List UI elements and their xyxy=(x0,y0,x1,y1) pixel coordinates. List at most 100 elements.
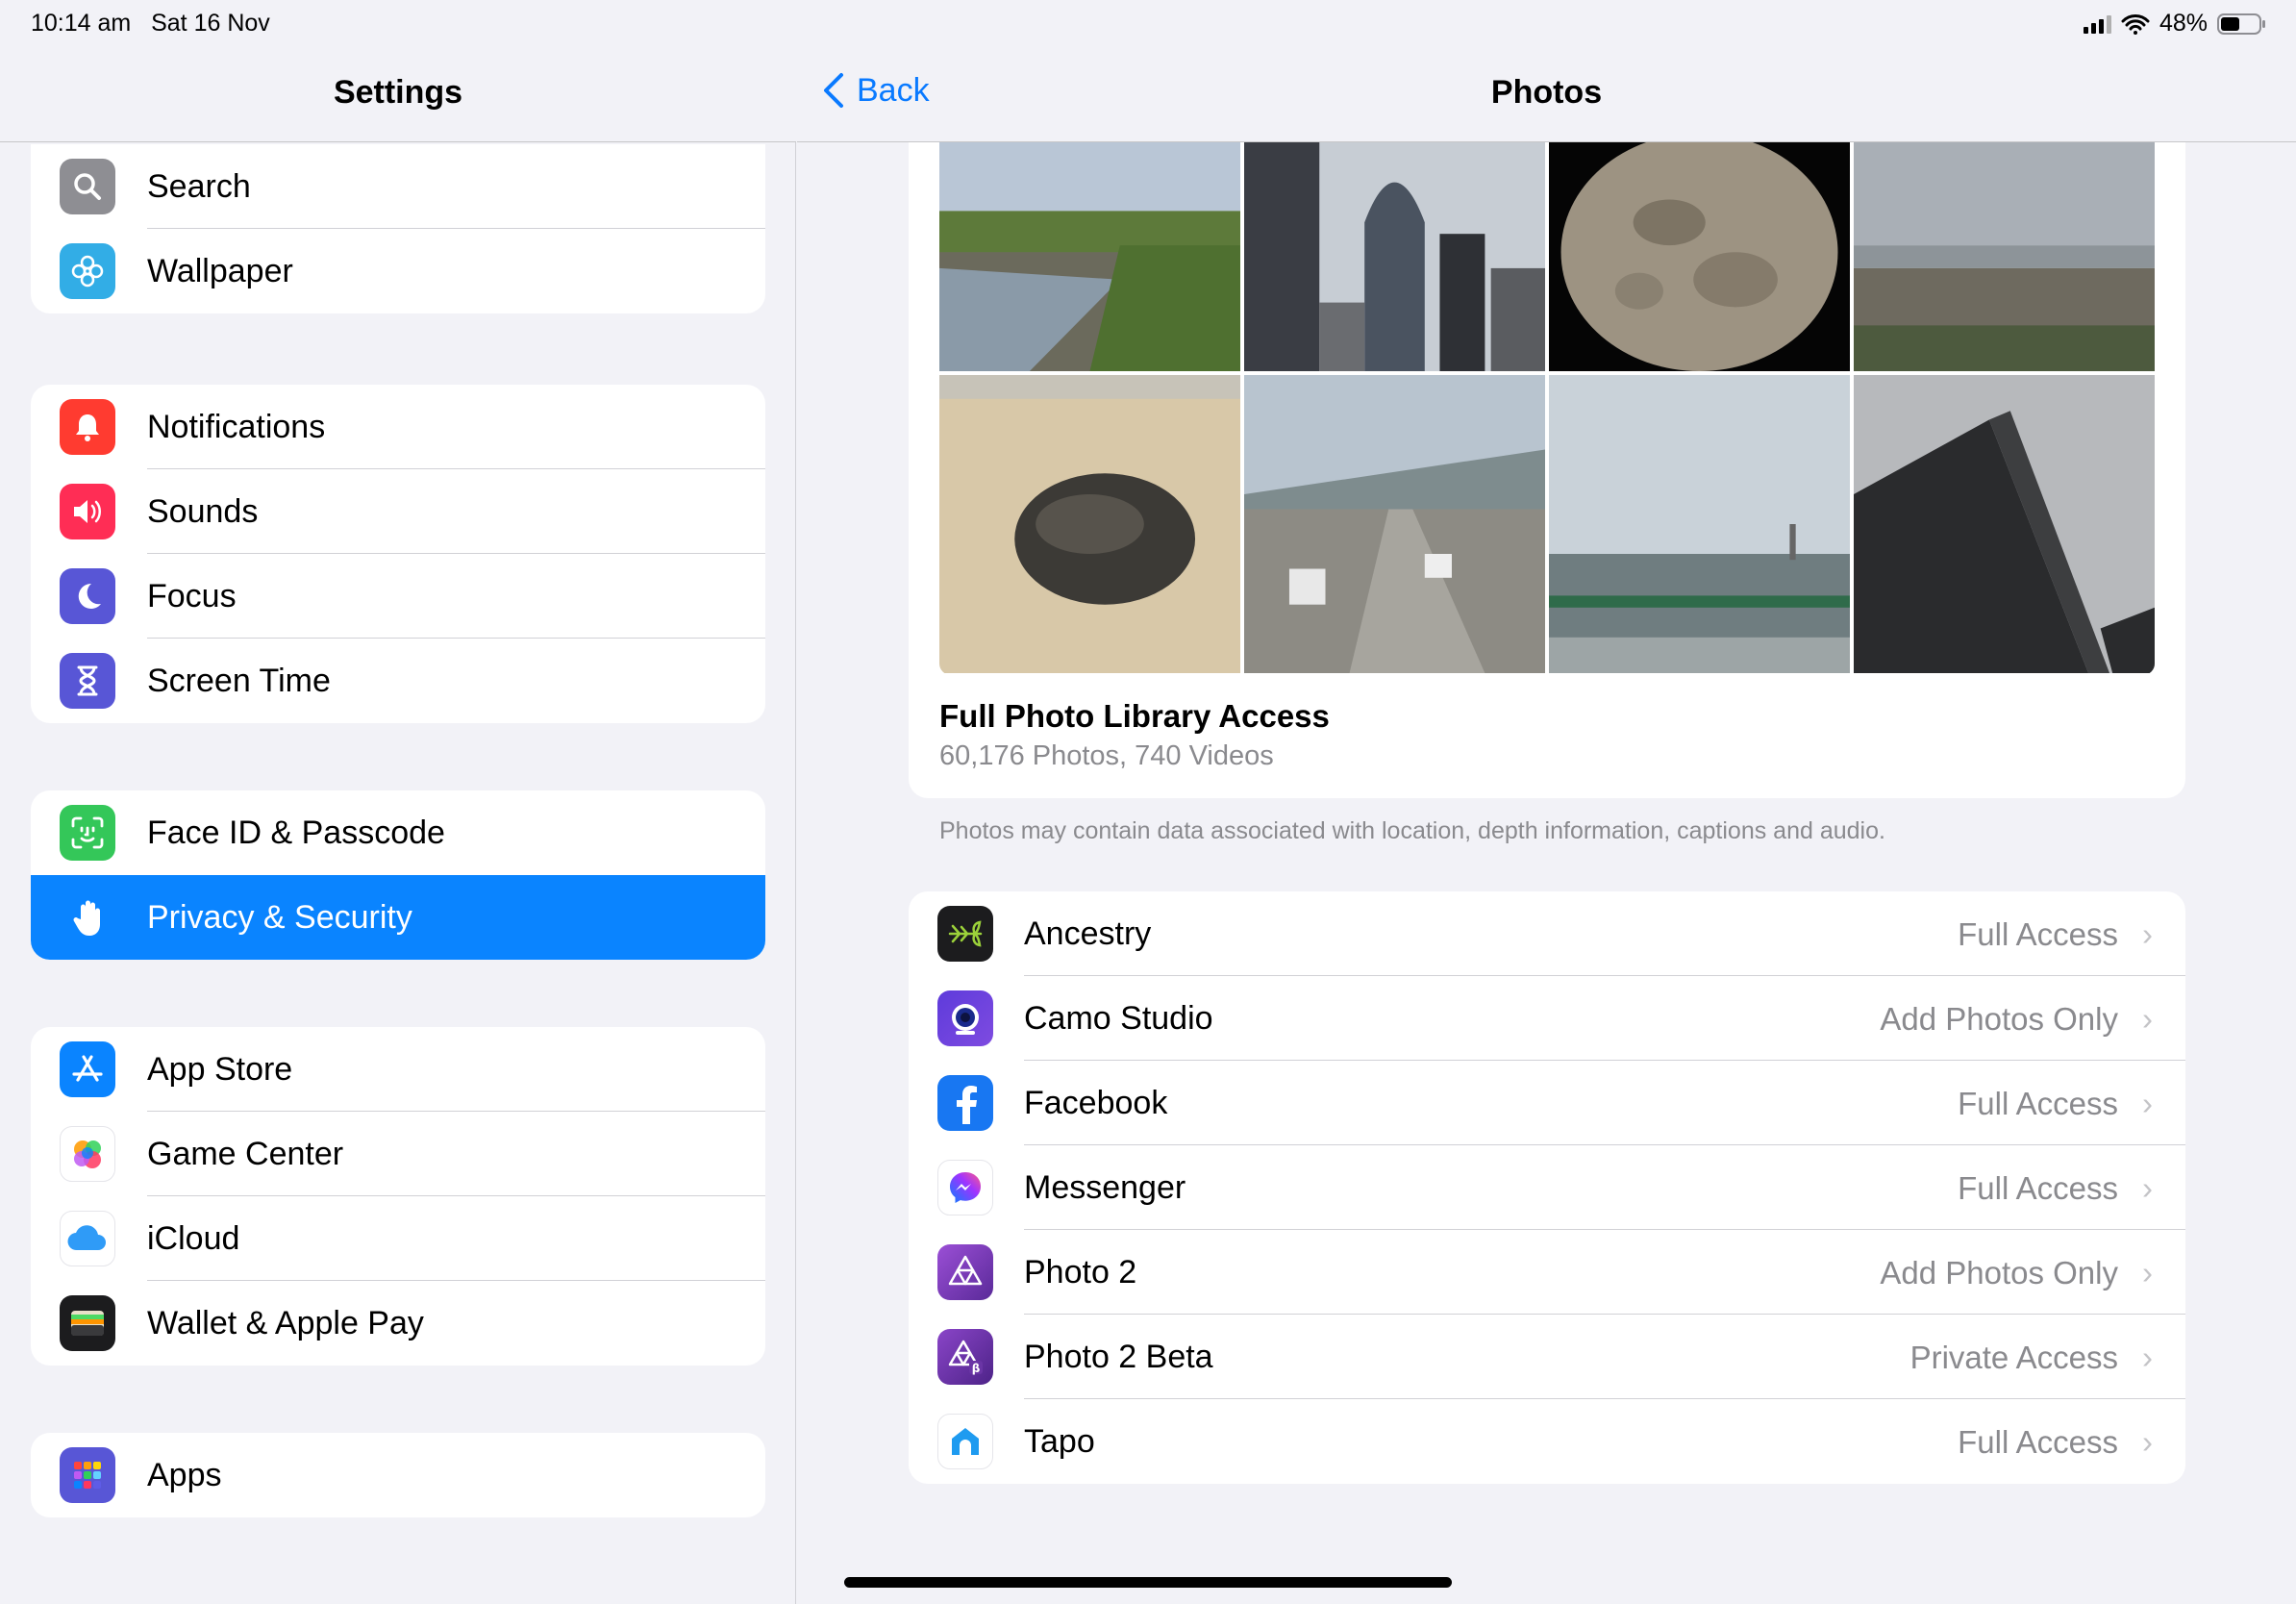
app-name: Camo Studio xyxy=(1024,1000,1213,1037)
bell-icon xyxy=(60,399,115,455)
sidebar-item-label: Notifications xyxy=(147,408,326,445)
appstore-icon xyxy=(60,1041,115,1097)
photo-thumbnail-grid xyxy=(939,142,2155,675)
search-icon xyxy=(60,159,115,214)
app-name: Photo 2 Beta xyxy=(1024,1339,1213,1375)
sidebar-item-screen-time[interactable]: Screen Time xyxy=(31,639,765,723)
photo-thumbnail-street xyxy=(1244,375,1545,673)
settings-group-security: Face ID & Passcode Privacy & Security xyxy=(31,790,765,960)
photo-thumbnail-sea xyxy=(1549,375,1850,673)
gamecenter-icon xyxy=(60,1126,115,1182)
chevron-right-icon: › xyxy=(2142,916,2153,952)
app-row-tapo[interactable]: Tapo Full Access › xyxy=(909,1399,2185,1484)
library-access-title: Full Photo Library Access xyxy=(939,698,1330,734)
access-level: Full Access xyxy=(1958,1424,2118,1460)
photo-library-card: Full Photo Library Access 60,176 Photos,… xyxy=(909,142,2185,798)
sidebar-item-game-center[interactable]: Game Center xyxy=(31,1112,765,1196)
tapo-house-icon xyxy=(937,1414,993,1469)
wifi-icon xyxy=(2121,13,2150,35)
access-level: Add Photos Only xyxy=(1880,1001,2118,1037)
apps-grid-icon xyxy=(60,1447,115,1503)
sidebar-item-apps[interactable]: Apps xyxy=(31,1433,765,1517)
sidebar-item-label: Sounds xyxy=(147,492,259,530)
affinity-photo-beta-icon: β xyxy=(937,1329,993,1385)
sidebar-item-label: Screen Time xyxy=(147,662,331,699)
app-row-ancestry[interactable]: Ancestry Full Access › xyxy=(909,891,2185,976)
app-name: Ancestry xyxy=(1024,915,1152,952)
access-level: Full Access xyxy=(1958,1170,2118,1206)
photo-thumbnail-city xyxy=(1244,142,1545,371)
chevron-right-icon: › xyxy=(2142,1001,2153,1037)
app-row-photo-2-beta[interactable]: β Photo 2 Beta Private Access › xyxy=(909,1315,2185,1399)
battery-icon xyxy=(2217,13,2265,35)
photo-thumbnail-moon xyxy=(1549,142,1850,371)
access-level: Private Access xyxy=(1909,1340,2118,1375)
settings-group-services: App Store Game Center iCloud Wallet & Ap… xyxy=(31,1027,765,1366)
affinity-photo-icon xyxy=(937,1244,993,1300)
speaker-icon xyxy=(60,484,115,539)
sidebar-item-label: Apps xyxy=(147,1456,222,1493)
sidebar-item-label: Privacy & Security xyxy=(147,898,412,936)
chevron-right-icon: › xyxy=(2142,1170,2153,1206)
chevron-right-icon: › xyxy=(2142,1340,2153,1375)
library-counts: 60,176 Photos, 740 Videos xyxy=(939,740,1274,771)
sidebar-item-notifications[interactable]: Notifications xyxy=(31,385,765,469)
sidebar-item-label: Wallpaper xyxy=(147,252,293,289)
hand-icon xyxy=(60,890,115,945)
camo-lens-icon xyxy=(937,990,993,1046)
photo-thumbnail-river xyxy=(939,142,1240,371)
sidebar-item-search[interactable]: Search xyxy=(31,144,765,229)
photo-thumbnail-town xyxy=(1854,142,2155,371)
page-title: Photos xyxy=(1490,74,1603,111)
sidebar-item-label: Wallet & Apple Pay xyxy=(147,1304,424,1341)
sidebar-item-label: App Store xyxy=(147,1050,293,1088)
ancestry-leaf-icon xyxy=(937,906,993,962)
settings-group-apps: Apps xyxy=(31,1433,765,1517)
sidebar-item-wallet[interactable]: Wallet & Apple Pay xyxy=(31,1281,765,1366)
settings-sidebar: Settings Search Wallpaper Notifications … xyxy=(0,0,796,1604)
settings-group-notifications: Notifications Sounds Focus Screen Time xyxy=(31,385,765,723)
sidebar-item-privacy-security[interactable]: Privacy & Security xyxy=(31,875,765,960)
hourglass-icon xyxy=(60,653,115,709)
sidebar-item-app-store[interactable]: App Store xyxy=(31,1027,765,1112)
app-row-messenger[interactable]: Messenger Full Access › xyxy=(909,1145,2185,1230)
messenger-icon xyxy=(937,1160,993,1216)
sidebar-item-wallpaper[interactable]: Wallpaper xyxy=(31,229,765,313)
home-indicator[interactable] xyxy=(844,1577,1452,1588)
sidebar-item-face-id[interactable]: Face ID & Passcode xyxy=(31,790,765,875)
cloud-icon xyxy=(60,1211,115,1266)
sidebar-item-focus[interactable]: Focus xyxy=(31,554,765,639)
sidebar-item-label: Game Center xyxy=(147,1135,344,1172)
chevron-right-icon: › xyxy=(2142,1424,2153,1460)
app-row-facebook[interactable]: Facebook Full Access › xyxy=(909,1061,2185,1145)
chevron-right-icon: › xyxy=(2142,1255,2153,1291)
access-level: Full Access xyxy=(1958,1086,2118,1121)
sidebar-item-sounds[interactable]: Sounds xyxy=(31,469,765,554)
sidebar-item-label: iCloud xyxy=(147,1219,240,1257)
flower-icon xyxy=(60,243,115,299)
sidebar-item-label: Focus xyxy=(147,577,237,614)
sidebar-item-label: Search xyxy=(147,167,251,205)
app-access-list: Ancestry Full Access › Camo Studio Add P… xyxy=(909,891,2185,1484)
status-indicators: 48% xyxy=(2083,10,2267,38)
wallet-icon xyxy=(60,1295,115,1351)
faceid-icon xyxy=(60,805,115,861)
svg-text:β: β xyxy=(972,1362,981,1375)
sidebar-title: Settings xyxy=(333,74,463,111)
chevron-right-icon: › xyxy=(2142,1086,2153,1121)
app-row-camo-studio[interactable]: Camo Studio Add Photos Only › xyxy=(909,976,2185,1061)
app-name: Messenger xyxy=(1024,1169,1186,1206)
facebook-icon xyxy=(937,1075,993,1131)
battery-percent: 48% xyxy=(2159,10,2208,37)
photo-thumbnail-tower xyxy=(1854,375,2155,673)
status-time: 10:14 am Sat 16 Nov xyxy=(31,10,270,37)
settings-group-search: Search Wallpaper xyxy=(31,144,765,313)
access-level: Full Access xyxy=(1958,916,2118,952)
photo-thumbnail-beach-rock xyxy=(939,375,1240,673)
sidebar-item-label: Face ID & Passcode xyxy=(147,814,445,851)
app-name: Photo 2 xyxy=(1024,1254,1137,1291)
app-row-photo-2[interactable]: Photo 2 Add Photos Only › xyxy=(909,1230,2185,1315)
app-name: Tapo xyxy=(1024,1423,1095,1460)
app-name: Facebook xyxy=(1024,1085,1168,1121)
sidebar-item-icloud[interactable]: iCloud xyxy=(31,1196,765,1281)
